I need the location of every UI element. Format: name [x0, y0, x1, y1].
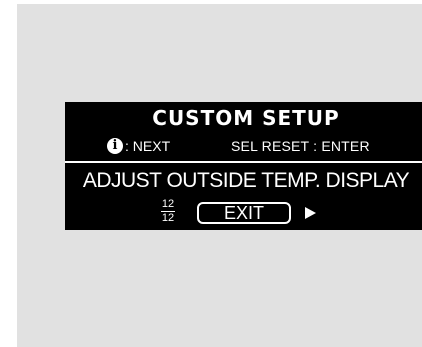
setting-item-label: ADJUST OUTSIDE TEMP. DISPLAY	[82, 169, 410, 192]
reset-hint-label: SEL RESET : ENTER	[231, 138, 370, 154]
page-indicator: 12 12	[161, 199, 175, 224]
exit-button[interactable]: EXIT	[197, 202, 291, 224]
hint-row: i : NEXT SEL RESET : ENTER	[65, 136, 422, 156]
info-icon[interactable]: i	[107, 138, 123, 154]
display-panel-frame: CUSTOM SETUP i : NEXT SEL RESET : ENTER …	[17, 4, 422, 347]
triangle-right-icon[interactable]	[305, 207, 316, 219]
divider	[65, 161, 422, 163]
info-next-hint: i : NEXT	[107, 136, 170, 156]
screen-title: CUSTOM SETUP	[152, 106, 340, 130]
page-current: 12	[161, 198, 175, 212]
next-hint-label: : NEXT	[125, 138, 171, 154]
custom-setup-screen: CUSTOM SETUP i : NEXT SEL RESET : ENTER …	[65, 102, 422, 230]
page-total: 12	[161, 212, 175, 224]
